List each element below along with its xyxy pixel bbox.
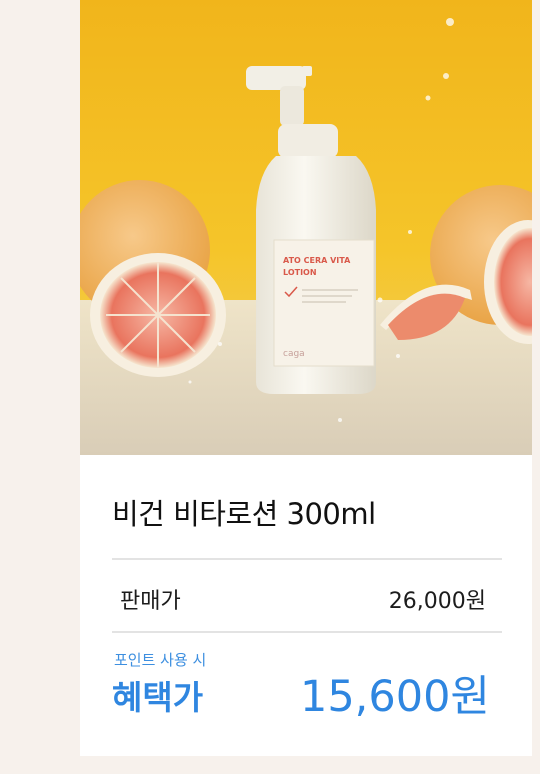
- divider: [112, 558, 502, 560]
- product-card: ATO CERA VITA LOTION caga 비건 비타로션 300ml: [80, 0, 532, 756]
- bottle-label-line2: LOTION: [283, 268, 317, 277]
- product-photo: ATO CERA VITA LOTION caga: [80, 0, 532, 455]
- bottle-label-line1: ATO CERA VITA: [283, 256, 351, 265]
- divider: [112, 631, 502, 633]
- product-title: 비건 비타로션 300ml: [112, 497, 376, 531]
- sale-price-value: 26,000원: [388, 589, 486, 614]
- product-image: ATO CERA VITA LOTION caga: [80, 0, 532, 455]
- benefit-price-value: 15,600원: [299, 672, 490, 722]
- sale-price-label: 판매가: [120, 589, 181, 614]
- product-info: 비건 비타로션 300ml 판매가 26,000원 포인트 사용 시 혜택가 1…: [80, 455, 532, 756]
- benefit-price-label: 혜택가: [112, 678, 204, 717]
- point-usage-label: 포인트 사용 시: [114, 651, 207, 669]
- bottle-brand: caga: [283, 349, 305, 359]
